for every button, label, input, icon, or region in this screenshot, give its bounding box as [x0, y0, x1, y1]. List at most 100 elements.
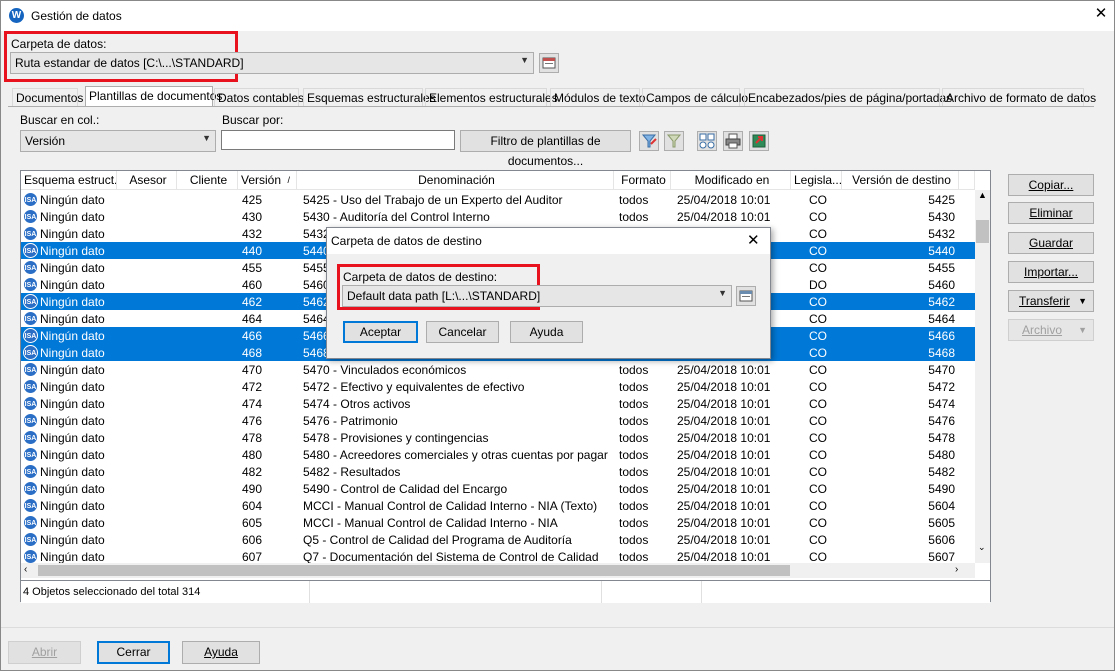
- filter-templates-button[interactable]: Filtro de plantillas de documentos...: [460, 130, 631, 168]
- search-col-select[interactable]: Versión ▼: [20, 130, 216, 152]
- table-row[interactable]: ISA Ningún dato 478 5478 - Provisiones y co…: [21, 429, 975, 446]
- table-row[interactable]: ISA Ningún dato 430 5430 - Auditoría del Co…: [21, 208, 975, 225]
- col-header-asesor[interactable]: Asesor: [117, 171, 177, 190]
- tab-modulos[interactable]: Módulos de texto: [550, 88, 645, 106]
- cell-formato: todos: [619, 482, 649, 496]
- cell-version: 490: [242, 482, 263, 496]
- isa-icon: ISA: [23, 243, 38, 258]
- cell-legis: CO: [809, 533, 827, 547]
- dialog-folder-select[interactable]: Default data path [L:\...\STANDARD] ▼: [342, 285, 732, 307]
- cell-modificado: 25/04/2018 10:01: [677, 397, 771, 411]
- cell-modificado: 25/04/2018 10:01: [677, 465, 771, 479]
- table-row[interactable]: ISA Ningún dato 476 5476 - Patrimonio todos 2…: [21, 412, 975, 429]
- status-divider: [701, 581, 702, 603]
- table-row[interactable]: ISA Ningún dato 472 5472 - Efectivo y equiv…: [21, 378, 975, 395]
- table-row[interactable]: ISA Ningún dato 482 5482 - Resultados todos 2…: [21, 463, 975, 480]
- folder-select[interactable]: Ruta estandar de datos [C:\...\STANDARD]…: [10, 52, 534, 74]
- archive-button[interactable]: Archivo ▼: [1008, 319, 1094, 341]
- tab-datos-contables[interactable]: Datos contables: [214, 88, 304, 106]
- open-button[interactable]: Abrir: [8, 641, 81, 664]
- cell-destino: 5464: [928, 312, 955, 326]
- col-header-version[interactable]: Versión /: [238, 171, 297, 190]
- table-row[interactable]: ISA Ningún dato 606 Q5 - Control de Calidad…: [21, 531, 975, 548]
- table-row[interactable]: ISA Ningún dato 425 5425 - Uso del Trabajo …: [21, 191, 975, 208]
- cell-formato: todos: [619, 363, 649, 377]
- search-input[interactable]: [221, 130, 455, 150]
- close-icon[interactable]: ✕: [1092, 5, 1110, 23]
- cell-version: 474: [242, 397, 263, 411]
- cell-esquema: Ningún dato: [40, 465, 105, 479]
- cell-version: 606: [242, 533, 263, 547]
- cell-legis: CO: [809, 261, 827, 275]
- col-header-denominacion[interactable]: Denominación: [297, 171, 614, 190]
- import-button[interactable]: Importar...: [1008, 261, 1094, 283]
- close-icon[interactable]: ✕: [747, 231, 760, 249]
- col-header-cliente[interactable]: Cliente: [177, 171, 238, 190]
- cell-legis: CO: [809, 380, 827, 394]
- vertical-scrollbar[interactable]: ▲ ⌄: [975, 190, 990, 563]
- dialog-cancel-button[interactable]: Cancelar: [426, 321, 499, 343]
- cell-destino: 5470: [928, 363, 955, 377]
- table-row[interactable]: ISA Ningún dato 470 5470 - Vinculados econó…: [21, 361, 975, 378]
- cell-denominacion: 5472 - Efectivo y equivalentes de efecti…: [303, 380, 525, 394]
- col-header-formato[interactable]: Formato: [614, 171, 671, 190]
- scroll-right-icon[interactable]: ›: [955, 564, 958, 575]
- table-row[interactable]: ISA Ningún dato 605 MCCI - Manual Control d…: [21, 514, 975, 531]
- separator: [0, 627, 1115, 628]
- cell-legis: CO: [809, 448, 827, 462]
- delete-button[interactable]: Eliminar: [1008, 202, 1094, 224]
- table-row[interactable]: ISA Ningún dato 490 5490 - Control de Calid…: [21, 480, 975, 497]
- tab-documentos[interactable]: Documentos: [12, 88, 83, 106]
- cell-version: 605: [242, 516, 263, 530]
- tab-campos[interactable]: Campos de cálculo: [642, 88, 748, 106]
- cell-version: 472: [242, 380, 263, 394]
- transfer-button[interactable]: Transferir ▼: [1008, 290, 1094, 312]
- scroll-thumb[interactable]: [976, 220, 989, 243]
- col-header-legislacion[interactable]: Legisla...: [791, 171, 842, 190]
- cell-destino: 5604: [928, 499, 955, 513]
- dialog-help-button[interactable]: Ayuda: [510, 321, 583, 343]
- cell-esquema: Ningún dato: [40, 261, 105, 275]
- close-button[interactable]: Cerrar: [97, 641, 170, 664]
- cell-denominacion: 5474 - Otros activos: [303, 397, 411, 411]
- col-header-version-destino[interactable]: Versión de destino: [842, 171, 959, 190]
- filter-button[interactable]: [639, 131, 659, 151]
- dialog-title-bar: Carpeta de datos de destino ✕: [327, 228, 770, 254]
- view-button[interactable]: [697, 131, 717, 151]
- help-button[interactable]: Ayuda: [182, 641, 260, 664]
- copy-button[interactable]: Copiar...: [1008, 174, 1094, 196]
- export-button[interactable]: [749, 131, 769, 151]
- dialog-folder-browse-button[interactable]: [736, 286, 756, 306]
- tab-plantillas[interactable]: Plantillas de documentos: [85, 86, 222, 106]
- tab-esquemas[interactable]: Esquemas estructurales: [303, 88, 436, 106]
- cell-legis: CO: [809, 193, 827, 207]
- print-button[interactable]: [723, 131, 743, 151]
- isa-icon: ISA: [23, 345, 38, 360]
- cell-legis: CO: [809, 414, 827, 428]
- scroll-up-icon[interactable]: ▲: [978, 190, 987, 200]
- print-icon: [725, 133, 741, 149]
- cell-denominacion: 5470 - Vinculados económicos: [303, 363, 467, 377]
- cell-esquema: Ningún dato: [40, 448, 105, 462]
- table-row[interactable]: ISA Ningún dato 474 5474 - Otros activos tod…: [21, 395, 975, 412]
- tab-elementos[interactable]: Elementos estructurales: [425, 88, 558, 106]
- table-row[interactable]: ISA Ningún dato 604 MCCI - Manual Control d…: [21, 497, 975, 514]
- horizontal-scroll-thumb[interactable]: [38, 565, 790, 576]
- folder-browse-button[interactable]: [539, 53, 559, 73]
- tab-encabezados[interactable]: Encabezados/pies de página/portadas: [744, 88, 952, 106]
- isa-icon: ISA: [23, 464, 38, 479]
- scroll-left-icon[interactable]: ‹: [24, 564, 27, 575]
- save-button[interactable]: Guardar: [1008, 232, 1094, 254]
- cell-legis: CO: [809, 465, 827, 479]
- dialog-ok-button[interactable]: Aceptar: [343, 321, 418, 343]
- table-row[interactable]: ISA Ningún dato 480 5480 - Acreedores comer…: [21, 446, 975, 463]
- col-header-esquema[interactable]: Esquema estruct...: [21, 171, 117, 190]
- horizontal-scrollbar[interactable]: ‹ ›: [21, 563, 975, 578]
- tab-archivo-formato[interactable]: Archivo de formato de datos: [942, 88, 1096, 106]
- scroll-down-icon[interactable]: ⌄: [978, 542, 986, 553]
- remove-filter-button[interactable]: [664, 131, 684, 151]
- col-header-modificado[interactable]: Modificado en: [671, 171, 791, 190]
- cell-version: 455: [242, 261, 263, 275]
- cell-destino: 5432: [928, 227, 955, 241]
- cell-legis: CO: [809, 210, 827, 224]
